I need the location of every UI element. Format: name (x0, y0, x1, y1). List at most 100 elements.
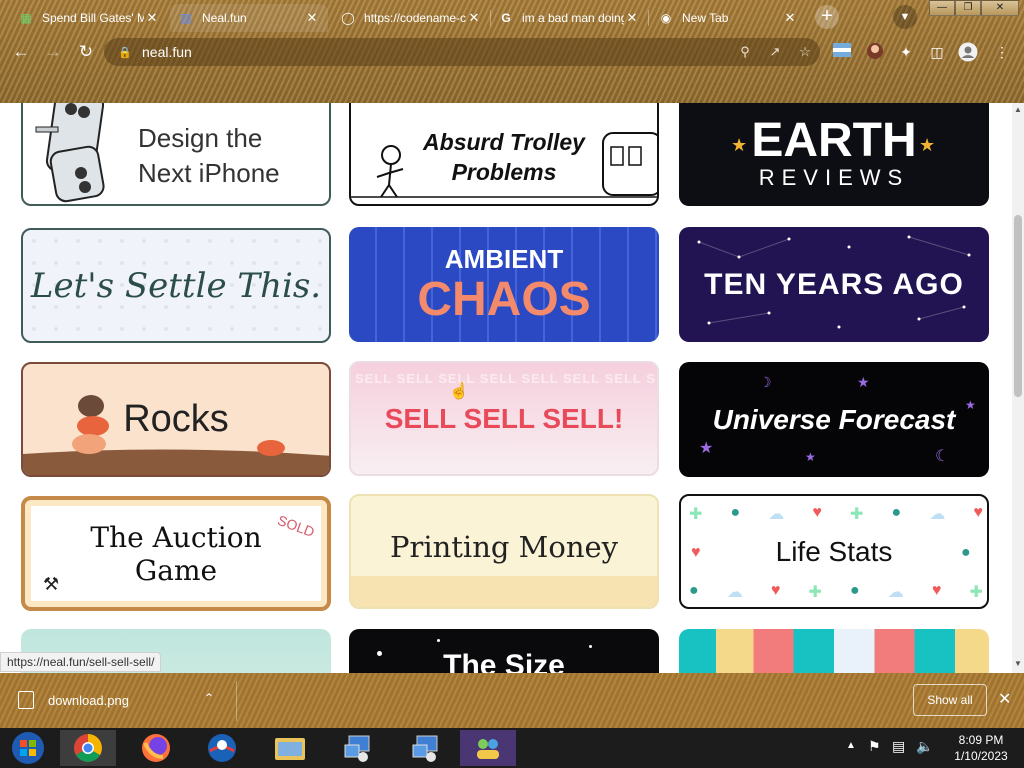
star-icon (589, 645, 592, 648)
card-title: The Size (443, 649, 565, 673)
tab-strip: ▦ Spend Bill Gates' M ✕ ▧ Neal.fun ✕ ◯ h… (0, 0, 1024, 34)
card-absurd-trolley[interactable]: Absurd Trolley Problems (349, 103, 659, 206)
heart-icon: ♥ (770, 582, 781, 599)
file-icon (18, 691, 34, 709)
close-icon[interactable]: ✕ (998, 689, 1011, 709)
share-icon[interactable]: ↗ (760, 44, 790, 60)
card-lets-settle-this[interactable]: Let's Settle This. (21, 228, 331, 343)
back-icon[interactable]: ← (11, 42, 31, 62)
globe-icon: ● (730, 504, 741, 521)
divider (236, 681, 237, 721)
card-design-iphone[interactable]: Design the Next iPhone (21, 103, 331, 206)
scroll-down-icon[interactable]: ▼ (1014, 659, 1022, 668)
extensions-puzzle-icon[interactable]: ✦ (896, 42, 916, 62)
lock-icon[interactable]: 🔒 (118, 46, 132, 59)
minimize-button[interactable]: — (929, 0, 955, 16)
close-icon[interactable]: ✕ (304, 10, 320, 26)
reload-icon[interactable]: ↻ (76, 42, 96, 62)
url-text[interactable]: neal.fun (142, 44, 730, 60)
bookmark-star-icon[interactable]: ☆ (790, 44, 820, 60)
chrome-icon: ◉ (660, 11, 672, 25)
menu-dots-icon[interactable]: ⋮ (992, 42, 1012, 62)
close-icon[interactable]: ✕ (624, 10, 640, 26)
network-icon[interactable]: ▤ (892, 738, 905, 755)
card-title-line: REVIEWS (758, 164, 910, 190)
card-title-line: Problems (451, 158, 557, 185)
taskbar-app[interactable] (194, 730, 250, 766)
tab-title: Spend Bill Gates' M (42, 11, 144, 25)
volume-icon[interactable]: 🔈 (916, 738, 933, 755)
card-title-line: CHAOS (417, 273, 591, 326)
star-icon: ★ (805, 450, 816, 464)
tab-separator (648, 10, 649, 26)
close-icon[interactable]: ✕ (144, 10, 160, 26)
tab-title: Neal.fun (202, 11, 247, 25)
card-title-line: AMBIENT (444, 244, 564, 274)
toolbar: ← → ↻ 🔒 neal.fun ⚲ ↗ ☆ ✦ ◫ ⋮ (0, 34, 1024, 70)
new-tab-button[interactable]: + (815, 5, 839, 29)
side-panel-icon[interactable]: ◫ (927, 42, 947, 62)
chevron-up-icon[interactable]: ⌃ (204, 691, 214, 705)
zoom-icon[interactable]: ⚲ (730, 44, 760, 60)
scrollbar-thumb[interactable] (1014, 215, 1022, 397)
folder-icon (275, 738, 305, 760)
tab-search-button[interactable]: ▼ (893, 5, 917, 29)
close-icon[interactable]: ✕ (782, 10, 798, 26)
tab-neal-fun[interactable]: ▧ Neal.fun ✕ (170, 4, 328, 32)
taskbar-chrome[interactable] (60, 730, 116, 766)
tab-new-tab[interactable]: ◉ New Tab ✕ (650, 4, 806, 32)
card-life-stats[interactable]: ✚ ● ☁ ♥ ✚ ● ☁ ♥ ♥ ● ● ☁ ♥ ✚ ● ☁ ♥ ✚ Life… (679, 494, 989, 609)
card-the-size[interactable]: The Size (349, 629, 659, 673)
cloud-icon: ☁ (726, 584, 743, 601)
star-icon: ★ (919, 135, 936, 155)
card-title: Let's Settle This. (30, 265, 322, 306)
tab-codename[interactable]: ◯ https://codename-c ✕ (332, 4, 490, 32)
card-partial-colorful[interactable] (679, 629, 989, 673)
close-icon[interactable]: ✕ (466, 10, 482, 26)
card-title: EARTH REVIEWS (751, 116, 916, 191)
show-all-button[interactable]: Show all (913, 684, 987, 716)
heart-icon: ♥ (691, 544, 701, 561)
card-sell-sell-sell[interactable]: SELL SELL SELL SELL SELL SELL SELL SELL … (349, 361, 659, 476)
gavel-icon: ⚒ (43, 574, 60, 594)
card-title: TEN YEARS AGO (704, 267, 964, 301)
scroll-up-icon[interactable]: ▲ (1014, 105, 1022, 114)
clock[interactable]: 8:09 PM 1/10/2023 (946, 732, 1016, 764)
maximize-button[interactable]: ❐ (955, 0, 981, 16)
download-bar: download.png ⌃ Show all ✕ (0, 673, 1024, 728)
card-ambient-chaos[interactable]: AMBIENT CHAOS (349, 227, 659, 342)
tab-google-search[interactable]: G im a bad man doing ✕ (490, 4, 648, 32)
taskbar-network-app[interactable] (330, 730, 386, 766)
extension-flag-icon[interactable] (832, 42, 852, 62)
page-scrollbar[interactable]: ▲ ▼ (1012, 103, 1024, 673)
profile-icon[interactable] (958, 42, 978, 62)
taskbar-network-app-2[interactable] (398, 730, 454, 766)
card-auction-game[interactable]: SOLD ⚒ The Auction Game (21, 496, 331, 611)
download-filename[interactable]: download.png (48, 693, 129, 708)
tab-title: im a bad man doing (522, 11, 624, 25)
action-center-flag-icon[interactable]: ⚑ (868, 738, 881, 755)
card-ten-years-ago[interactable]: TEN YEARS AGO (679, 227, 989, 342)
forward-icon[interactable]: → (43, 42, 63, 62)
extension-avatar-icon[interactable] (865, 42, 885, 62)
card-printing-money[interactable]: Printing Money (349, 494, 659, 609)
star-icon: ★ (731, 135, 748, 155)
download-item[interactable]: download.png (18, 691, 129, 709)
card-universe-forecast[interactable]: ☽ ★ ★ ★ ★ ☾ Universe Forecast (679, 362, 989, 477)
taskbar-people-app[interactable] (460, 730, 516, 766)
card-title-line: Design the (138, 123, 263, 153)
card-title-line: Next iPhone (138, 158, 280, 188)
start-button[interactable] (0, 730, 56, 766)
close-window-button[interactable]: ✕ (981, 0, 1019, 16)
card-rocks[interactable]: Rocks (21, 362, 331, 477)
show-hidden-icons-icon[interactable]: ▲ (846, 740, 856, 751)
taskbar-file-explorer[interactable] (262, 730, 318, 766)
tab-spend-bill-gates[interactable]: ▦ Spend Bill Gates' M ✕ (10, 4, 168, 32)
card-title-line: The Auction (90, 520, 262, 554)
phone-illustration (35, 103, 105, 203)
card-earth-reviews[interactable]: EARTH REVIEWS ★ ★ (679, 103, 989, 206)
taskbar-firefox[interactable] (128, 730, 184, 766)
globe-icon: ◯ (341, 11, 355, 25)
address-bar[interactable]: 🔒 neal.fun ⚲ ↗ ☆ (104, 38, 820, 66)
moon-icon: ☾ (935, 448, 950, 465)
